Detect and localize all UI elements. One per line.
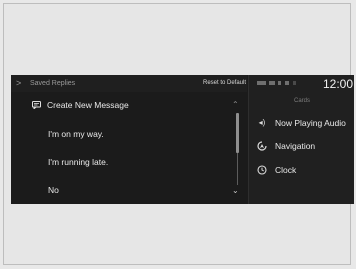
status-bar: 12:00 xyxy=(249,75,354,92)
status-clock: 12:00 xyxy=(323,77,354,91)
card-now-playing-audio[interactable]: ◂) Now Playing Audio xyxy=(249,114,354,134)
status-indicator-icon xyxy=(257,81,266,85)
navigation-icon xyxy=(257,141,267,151)
list-item-label: Create New Message xyxy=(47,100,129,110)
card-clock[interactable]: Clock xyxy=(249,161,354,181)
card-label: Clock xyxy=(275,165,297,175)
list-item[interactable]: I'm on my way. xyxy=(11,122,235,147)
card-label: Now Playing Audio xyxy=(275,118,346,128)
status-indicator-icon xyxy=(278,81,281,85)
scrollbar-thumb[interactable] xyxy=(236,113,239,153)
list-item[interactable]: No xyxy=(11,178,235,203)
signal-icon xyxy=(269,81,275,85)
status-indicator-icon xyxy=(293,81,296,85)
list-item-label: I'm running late. xyxy=(48,157,109,167)
scroll-down-icon[interactable]: ⌄ xyxy=(232,187,239,195)
audio-icon: ◂) xyxy=(258,118,266,127)
message-icon xyxy=(32,101,41,109)
bluetooth-icon xyxy=(285,81,289,85)
saved-replies-header: > Saved Replies Reset to Default xyxy=(11,75,247,92)
saved-replies-panel: > Saved Replies Reset to Default Create … xyxy=(11,75,247,204)
card-label: Navigation xyxy=(275,141,316,151)
infotainment-screen: > Saved Replies Reset to Default Create … xyxy=(11,75,354,204)
clock-icon xyxy=(257,165,267,175)
reset-to-default-button[interactable]: Reset to Default xyxy=(203,79,246,88)
cards-panel: 12:00 Cards ◂) Now Playing Audio Navigat… xyxy=(248,75,354,204)
back-chevron-icon[interactable]: > xyxy=(16,78,21,88)
list-item-label: I'm on my way. xyxy=(48,129,104,139)
list-item-label: No xyxy=(48,185,59,195)
card-navigation[interactable]: Navigation xyxy=(249,137,354,157)
create-new-message-item[interactable]: Create New Message xyxy=(11,93,235,118)
panel-title: Saved Replies xyxy=(30,80,76,87)
list-item[interactable]: I'm running late. xyxy=(11,150,235,175)
cards-section-title: Cards xyxy=(293,98,310,104)
scroll-up-icon[interactable]: ⌃ xyxy=(232,101,239,109)
